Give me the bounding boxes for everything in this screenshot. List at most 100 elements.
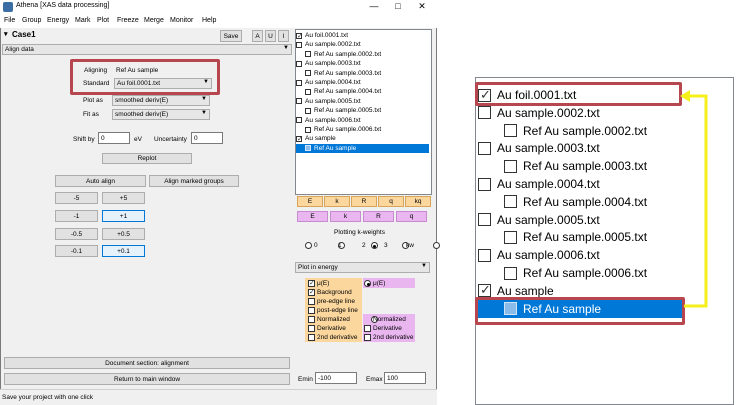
- mark-checkbox[interactable]: [296, 32, 303, 40]
- energy-option-checkbox[interactable]: [308, 307, 315, 314]
- mark-checkbox[interactable]: [296, 41, 302, 48]
- close-button[interactable]: ✕: [411, 0, 433, 14]
- invert-marks-button[interactable]: I: [278, 30, 289, 42]
- zoom-mark-checkbox: [504, 195, 517, 209]
- mark-checkbox[interactable]: [305, 70, 311, 77]
- group-list-item[interactable]: Ref Au sample: [296, 143, 429, 153]
- menu-group[interactable]: Group: [22, 17, 41, 24]
- group-list-item-label: Ref Au sample: [314, 144, 357, 152]
- chevron-down-icon: ▼: [201, 96, 207, 102]
- return-main-button[interactable]: Return to main window: [4, 373, 290, 385]
- plot-e-button[interactable]: E: [297, 196, 323, 207]
- mark-checkbox[interactable]: [305, 51, 311, 58]
- group-list-item-label: Au foil.0001.txt: [305, 32, 348, 39]
- zoom-group-list-item: Ref Au sample.0005.txt: [478, 228, 688, 246]
- tool-selector[interactable]: Align data ▼: [2, 44, 292, 55]
- uncertainty-label: Uncertainty: [154, 136, 187, 143]
- group-list-item[interactable]: Ref Au sample.0004.txt: [296, 87, 429, 96]
- energy-option-checkbox[interactable]: [308, 334, 315, 341]
- uncertainty-field[interactable]: 0: [191, 132, 223, 144]
- zoom-mark-checkbox: [504, 266, 517, 280]
- mark-checkbox[interactable]: [305, 145, 311, 152]
- mark-all-button[interactable]: A: [252, 30, 263, 42]
- unmark-all-button[interactable]: U: [265, 30, 276, 42]
- collapse-icon[interactable]: ▾: [4, 30, 8, 38]
- group-list-item[interactable]: Au sample.0003.txt: [296, 59, 429, 68]
- group-list-item[interactable]: Ref Au sample.0005.txt: [296, 106, 429, 115]
- group-list-item[interactable]: Au sample: [296, 134, 429, 143]
- shift-minus-0.1-button[interactable]: -0.1: [55, 245, 98, 257]
- emin-field[interactable]: -100: [315, 372, 357, 384]
- align-marked-button[interactable]: Align marked groups: [149, 175, 239, 187]
- plot-marked-q-button[interactable]: q: [396, 211, 427, 222]
- shift-minus-1-button[interactable]: -1: [55, 210, 98, 222]
- group-list-item[interactable]: Au sample.0002.txt: [296, 40, 429, 49]
- energy-option-checkbox[interactable]: [308, 298, 315, 305]
- energy-option-checkbox[interactable]: [308, 280, 315, 287]
- shift-plus-0.5-button[interactable]: +0.5: [102, 228, 145, 240]
- energy-option-checkbox[interactable]: [308, 316, 315, 323]
- group-list-item-label: Ref Au sample.0004.txt: [314, 88, 382, 96]
- shift-minus-5-button[interactable]: -5: [55, 192, 98, 204]
- kweight-0-radio[interactable]: [305, 242, 312, 249]
- menu-monitor[interactable]: Monitor: [170, 17, 193, 24]
- group-list-item[interactable]: Ref Au sample.0002.txt: [296, 50, 429, 59]
- menu-mark[interactable]: Mark: [75, 17, 91, 24]
- marked-plot-radio[interactable]: [364, 280, 371, 287]
- group-list-item[interactable]: Ref Au sample.0006.txt: [296, 125, 429, 134]
- menu-freeze[interactable]: Freeze: [117, 17, 139, 24]
- menu-file[interactable]: File: [4, 17, 15, 24]
- shift-plus-0.1-button[interactable]: +0.1: [102, 245, 145, 257]
- kweight-kw-radio[interactable]: [432, 242, 440, 249]
- group-list-item[interactable]: Au sample.0005.txt: [296, 97, 429, 106]
- plot-as-selector[interactable]: smoothed deriv(E) ▼: [112, 95, 210, 106]
- zoom-group-list-item-label: Au sample.0004.txt: [497, 177, 600, 191]
- plot-r-button[interactable]: R: [351, 196, 377, 207]
- plot-kq-button[interactable]: kq: [405, 196, 431, 207]
- plot-marked-k-button[interactable]: k: [330, 211, 361, 222]
- group-list-item[interactable]: Ref Au sample.0003.txt: [296, 69, 429, 78]
- marked-plot-checkbox[interactable]: [364, 334, 371, 341]
- save-button[interactable]: Save: [220, 30, 242, 42]
- mark-checkbox[interactable]: [296, 135, 303, 143]
- energy-option-label: Background: [317, 289, 352, 296]
- mark-checkbox[interactable]: [296, 98, 302, 105]
- plot-marked-r-button[interactable]: R: [363, 211, 394, 222]
- shift-plus-5-button[interactable]: +5: [102, 192, 145, 204]
- mark-checkbox[interactable]: [305, 107, 311, 114]
- group-list-item-label: Au sample: [305, 135, 336, 143]
- group-list-item[interactable]: Au sample.0006.txt: [296, 116, 429, 125]
- mark-checkbox[interactable]: [296, 60, 302, 67]
- shift-plus-1-button[interactable]: +1: [102, 210, 145, 222]
- plot-k-button[interactable]: k: [324, 196, 350, 207]
- group-list-item[interactable]: Au sample.0004.txt: [296, 78, 429, 87]
- mark-checkbox[interactable]: [305, 88, 311, 95]
- minimize-button[interactable]: —: [363, 0, 385, 14]
- zoom-group-list-item: Ref Au sample.0002.txt: [478, 122, 688, 140]
- plot-q-button[interactable]: q: [378, 196, 404, 207]
- document-section-button[interactable]: Document section: alignment: [4, 357, 290, 369]
- plot-marked-e-button[interactable]: E: [297, 211, 328, 222]
- menu-plot[interactable]: Plot: [97, 17, 109, 24]
- plot-space-selector[interactable]: Plot in energy ▼: [295, 262, 430, 273]
- energy-option-checkbox[interactable]: [308, 325, 315, 332]
- group-list-item[interactable]: Au foil.0001.txt: [296, 31, 429, 40]
- replot-button[interactable]: Replot: [102, 153, 192, 164]
- maximize-button[interactable]: □: [387, 0, 409, 14]
- menu-energy[interactable]: Energy: [47, 17, 69, 24]
- mark-checkbox[interactable]: [296, 117, 302, 124]
- mark-checkbox[interactable]: [305, 126, 311, 133]
- shift-field[interactable]: 0: [98, 132, 130, 144]
- auto-align-button[interactable]: Auto align: [55, 175, 146, 187]
- kweight-3-label: 3: [384, 242, 388, 249]
- marked-plot-checkbox[interactable]: [364, 325, 371, 332]
- shift-minus-0.5-button[interactable]: -0.5: [55, 228, 98, 240]
- fit-as-selector[interactable]: smoothed deriv(E) ▼: [112, 109, 210, 120]
- menu-merge[interactable]: Merge: [144, 17, 164, 24]
- menu-help[interactable]: Help: [202, 17, 216, 24]
- emax-field[interactable]: 100: [384, 372, 426, 384]
- energy-option-checkbox[interactable]: [308, 289, 315, 296]
- kweight-2-radio[interactable]: [370, 242, 378, 249]
- mark-checkbox[interactable]: [296, 79, 302, 86]
- zoom-group-list-item: Au sample.0006.txt: [478, 246, 688, 264]
